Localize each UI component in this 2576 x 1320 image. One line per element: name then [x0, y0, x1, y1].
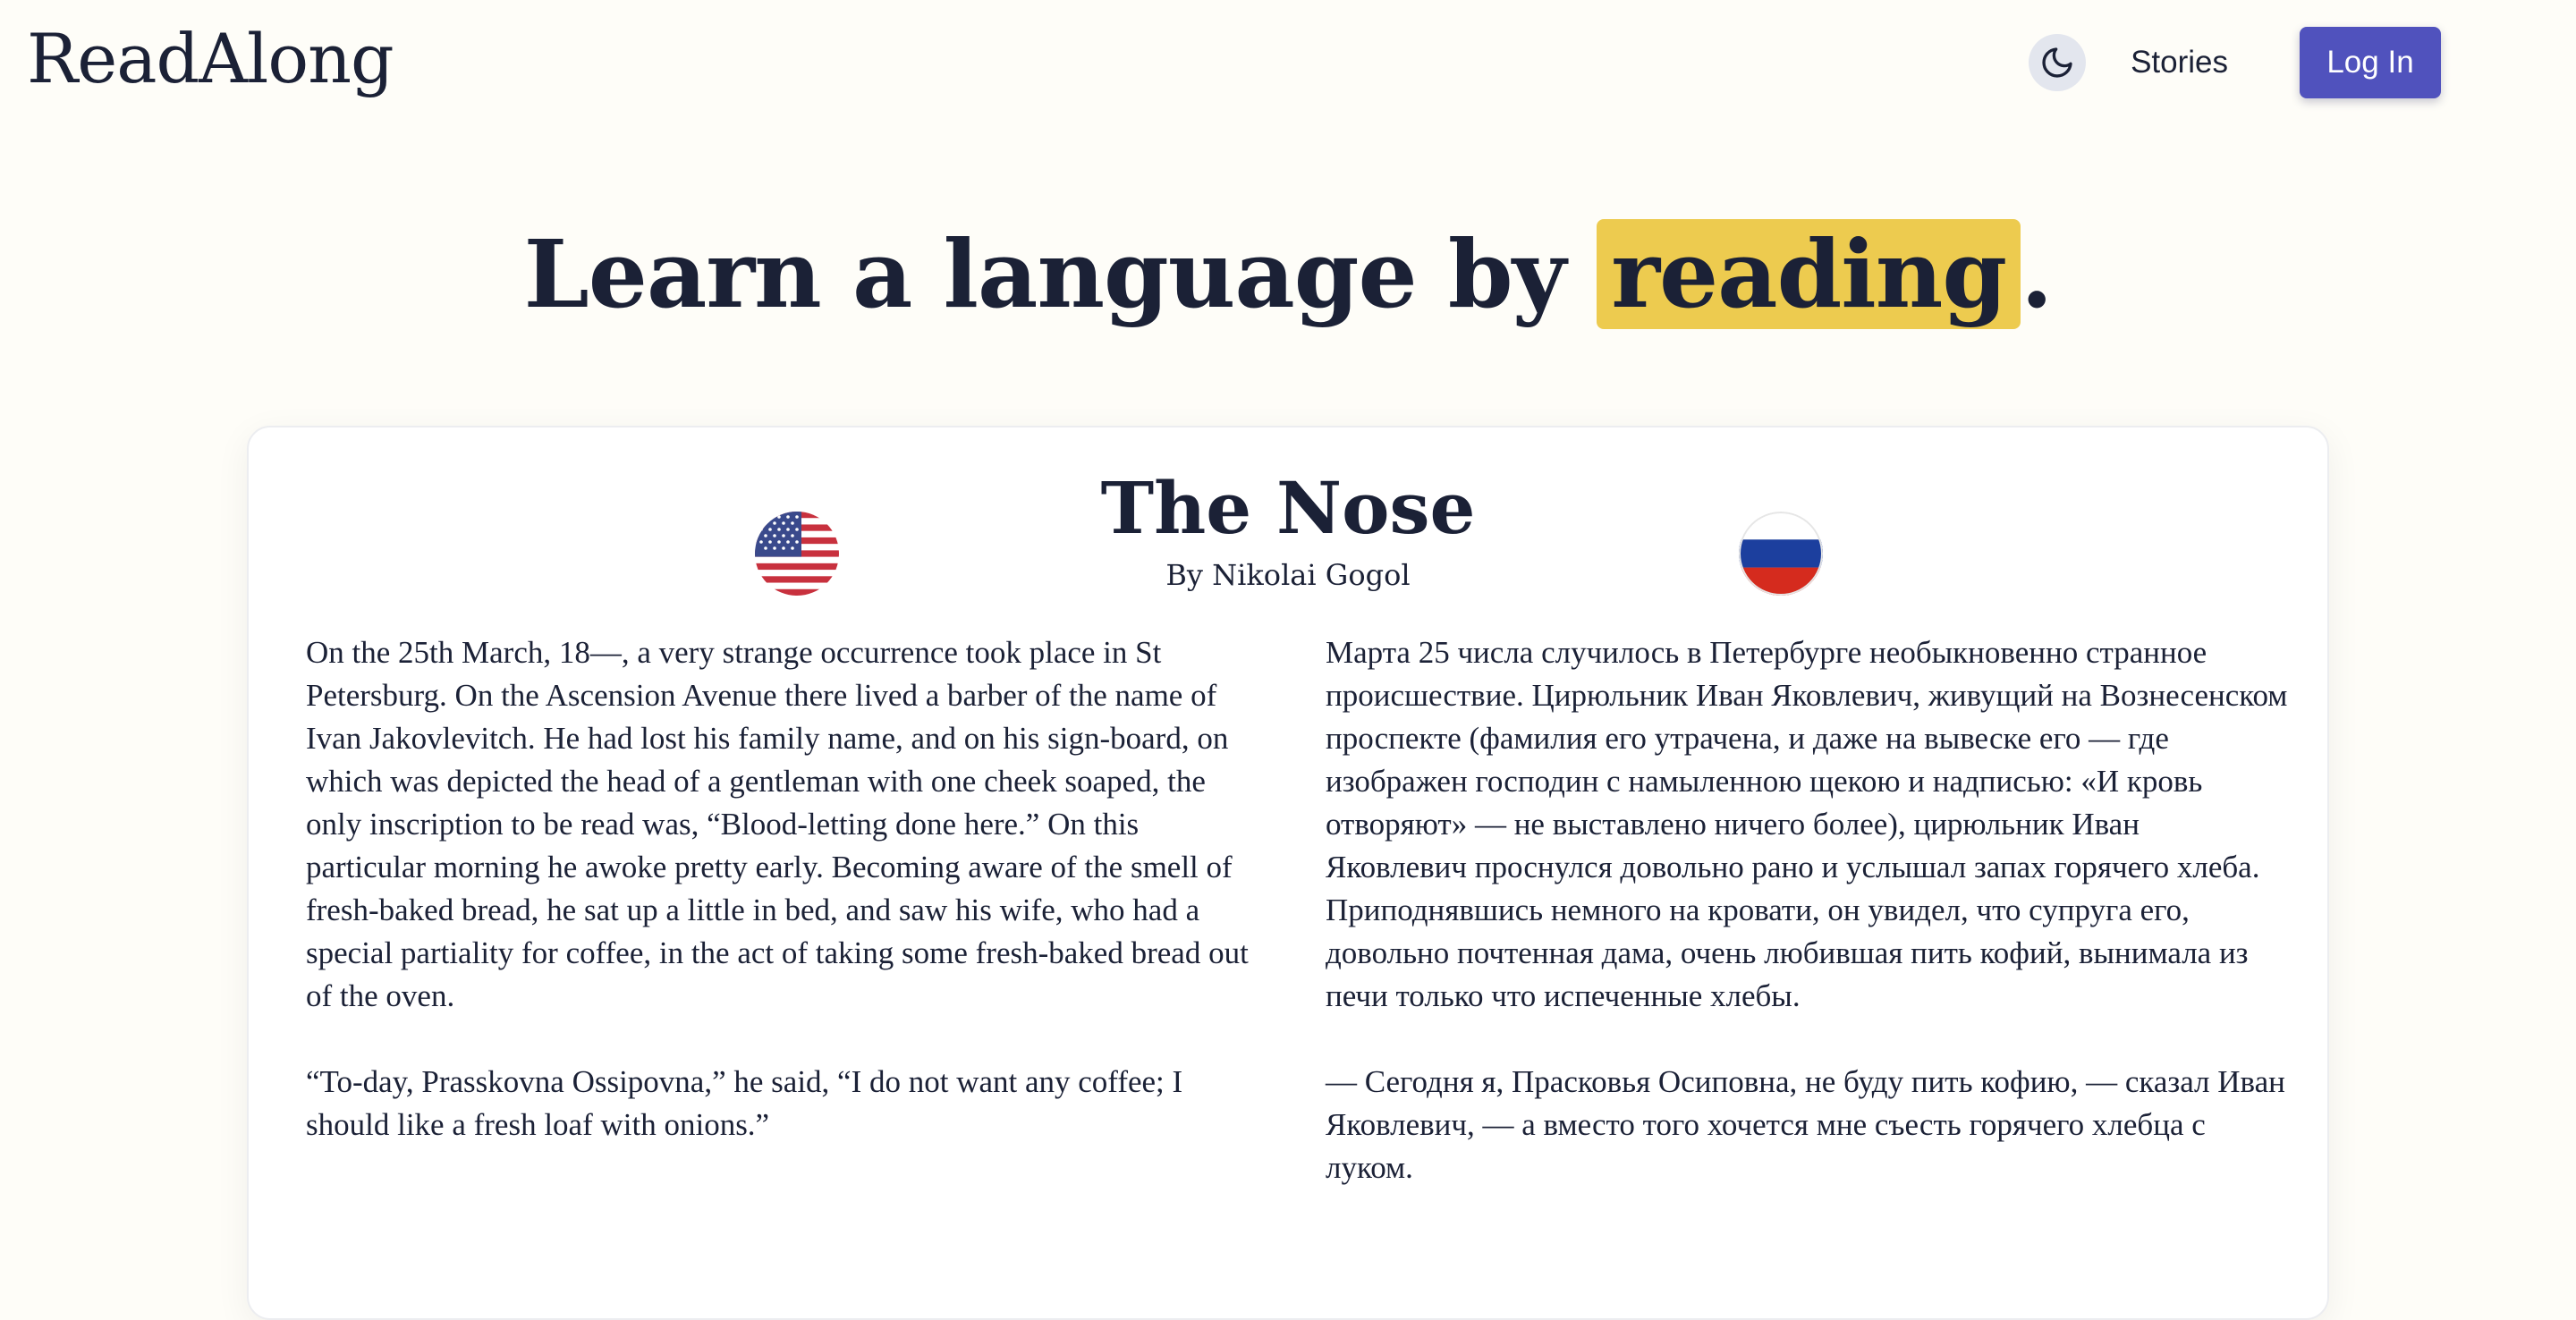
top-nav: Stories Log In — [2029, 27, 2441, 98]
english-paragraph[interactable]: On the 25th March, 18—, a very strange o… — [306, 631, 1263, 1018]
story-card: The Nose By Nikolai Gogol On the 25th Ma… — [247, 426, 2329, 1320]
hero-highlight: reading — [1597, 219, 2021, 329]
english-paragraph[interactable]: “To-day, Prasskovna Ossipovna,” he said,… — [306, 1061, 1263, 1147]
hero-headline: Learn a language by reading. — [0, 209, 2576, 340]
story-title: The Nose — [1100, 466, 1476, 550]
russian-text-column: Марта 25 числа случилось в Петербурге не… — [1326, 631, 2288, 1232]
moon-icon — [2042, 47, 2072, 78]
brand-logo[interactable]: ReadAlong — [27, 18, 394, 99]
hero-prefix: Learn a language by — [523, 219, 1597, 329]
hero-suffix: . — [2021, 219, 2053, 329]
english-text-column: On the 25th March, 18—, a very strange o… — [306, 631, 1263, 1189]
russia-flag-icon[interactable] — [1739, 512, 1823, 596]
theme-toggle-button[interactable] — [2029, 34, 2087, 91]
login-button[interactable]: Log In — [2300, 27, 2441, 98]
russian-paragraph[interactable]: — Сегодня я, Прасковья Осиповна, не буду… — [1326, 1061, 2288, 1189]
story-author: By Nikolai Gogol — [1165, 558, 1411, 592]
stories-link[interactable]: Stories — [2131, 45, 2228, 80]
russian-paragraph[interactable]: Марта 25 числа случилось в Петербурге не… — [1326, 631, 2288, 1018]
